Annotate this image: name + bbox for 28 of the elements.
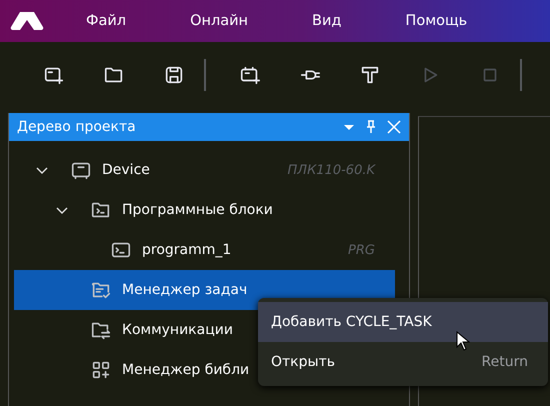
tree-item-label: Менеджер задач: [122, 282, 248, 298]
library-icon: [90, 359, 112, 381]
tree-item-label: Коммуникации: [122, 322, 233, 338]
tree-item[interactable]: Device ПЛК110-60.K: [14, 150, 395, 190]
menu-option-label: Добавить CYCLE_TASK: [271, 314, 433, 330]
menu-item[interactable]: Вид: [312, 13, 342, 29]
menu-item[interactable]: Помощь: [405, 13, 468, 29]
add-device-icon: [239, 64, 261, 86]
device-type: ПЛК110-60.K: [288, 162, 375, 178]
tree-item-label: Программные блоки: [122, 202, 273, 218]
tree-item[interactable]: programm_1 PRG: [14, 230, 395, 270]
menu-option[interactable]: Добавить CYCLE_TASK: [258, 302, 548, 342]
close-button[interactable]: [387, 120, 401, 134]
device-type: PRG: [348, 242, 375, 258]
app-logo[interactable]: [10, 11, 44, 31]
menu-item[interactable]: Файл: [86, 13, 126, 29]
menu-option-label: Открыть: [271, 354, 336, 370]
cursor-icon: [456, 331, 470, 351]
panel-title: Дерево проекта: [17, 119, 137, 135]
tree-item-label: Менеджер библи: [122, 362, 250, 378]
menu-item[interactable]: Онлайн: [190, 13, 248, 29]
tree-item-label: Device: [102, 162, 150, 178]
shortcut-label: Return: [482, 354, 528, 370]
menu-option[interactable]: Открыть Return: [258, 342, 548, 382]
pin-button[interactable]: [365, 120, 377, 134]
save-icon: [163, 64, 185, 86]
tree-item[interactable]: Программные блоки: [14, 190, 395, 230]
tree-item-label: programm_1: [142, 242, 232, 258]
